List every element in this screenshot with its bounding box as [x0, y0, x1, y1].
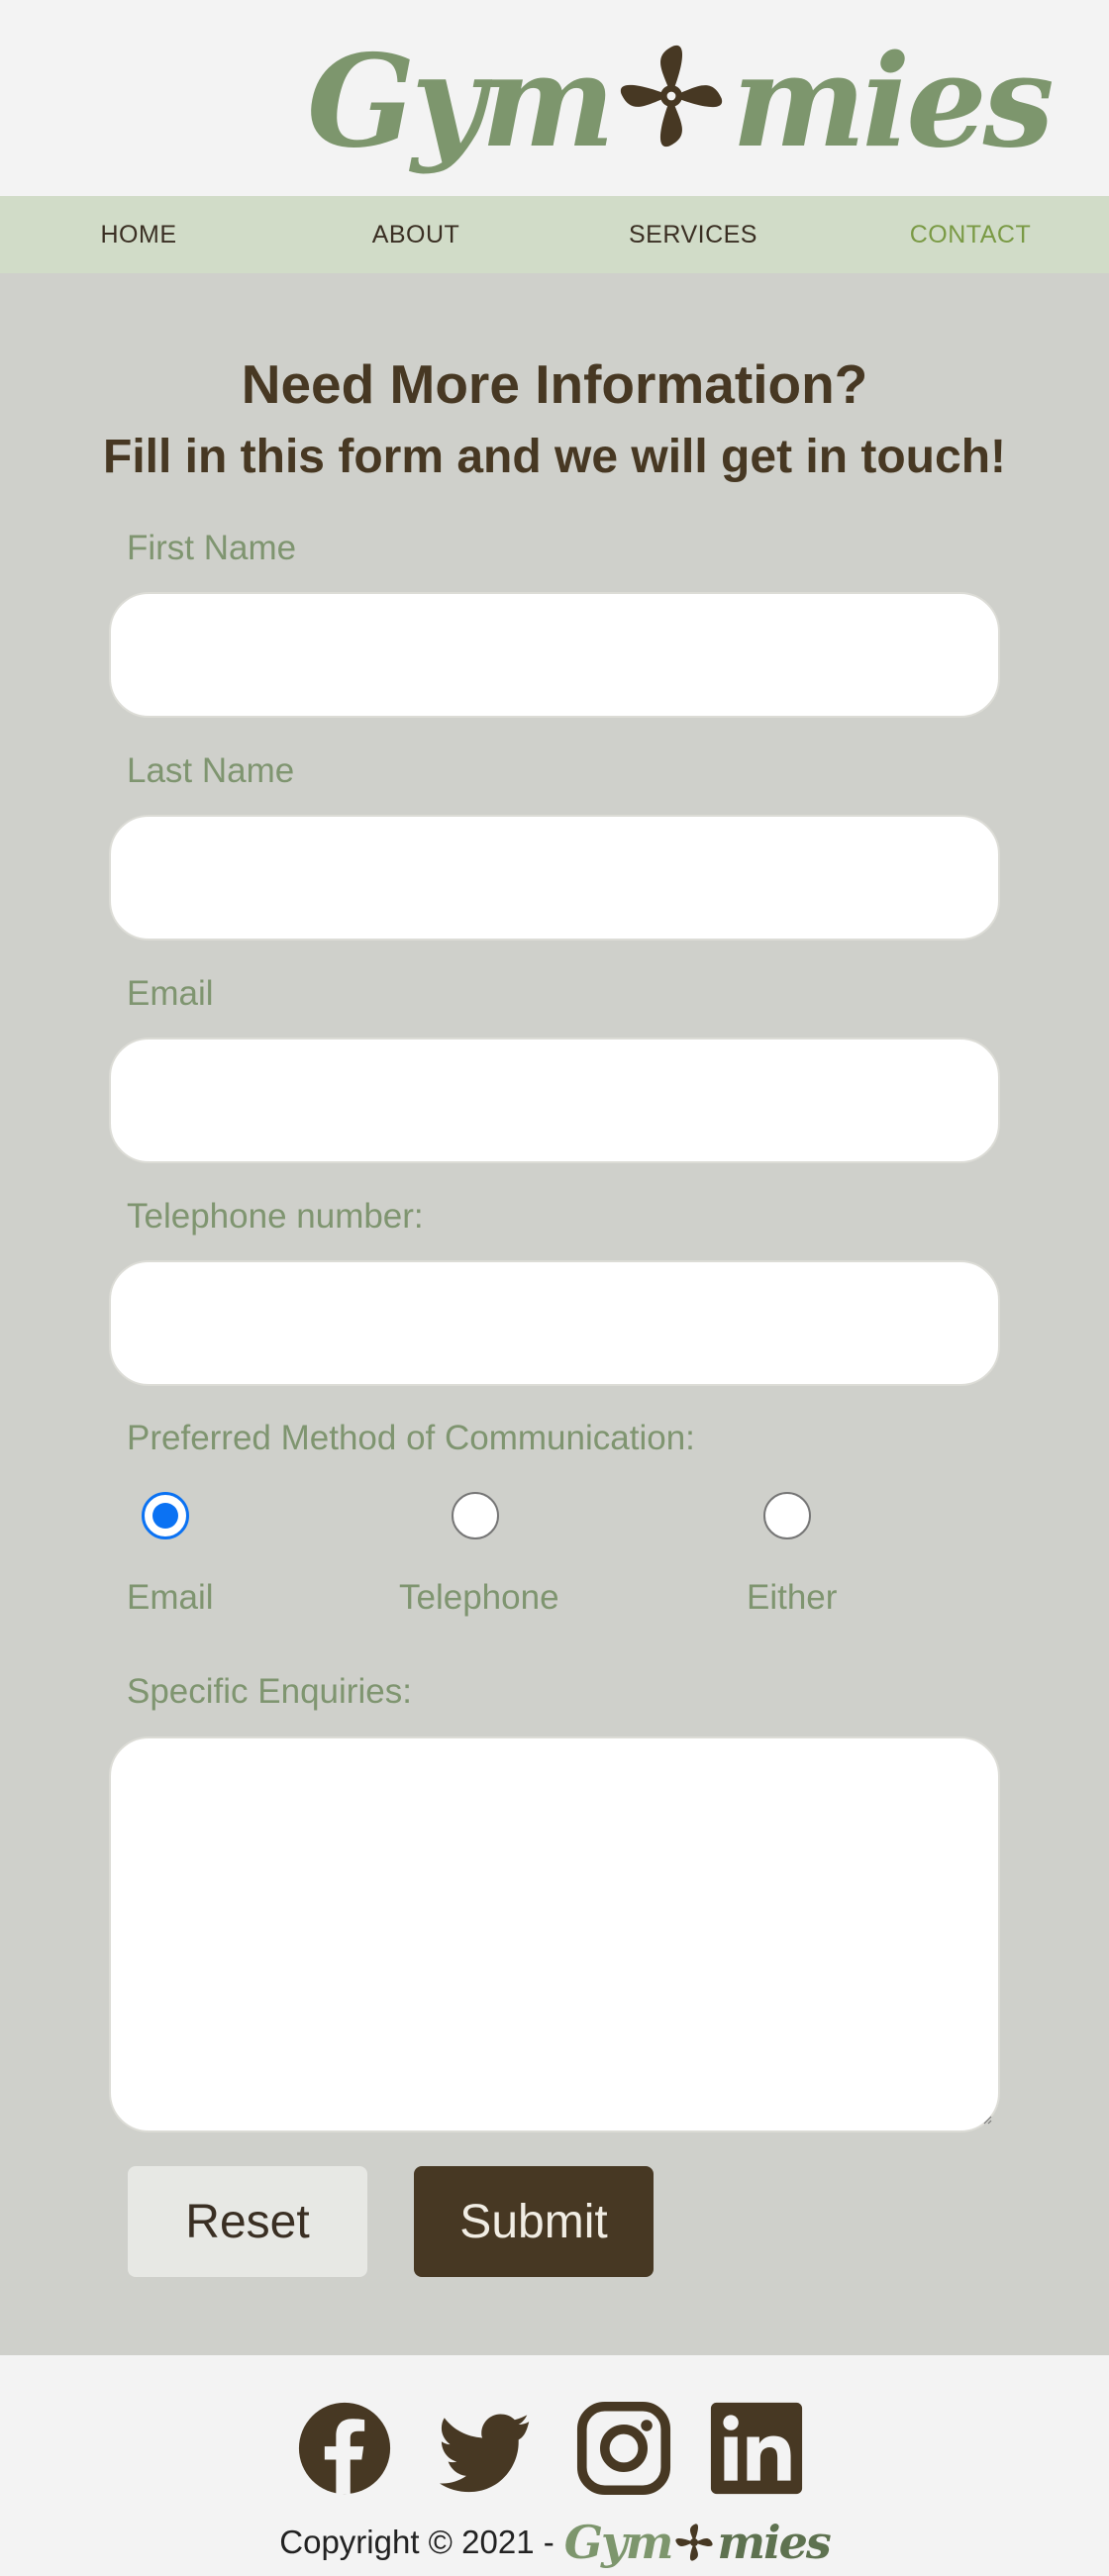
instagram-icon[interactable]: [576, 2401, 671, 2496]
main-navigation: HOME ABOUT SERVICES CONTACT: [0, 196, 1109, 273]
logo-text-right: mies: [732, 28, 1055, 176]
method-email-label: Email: [127, 1578, 214, 1617]
pinwheel-logo-icon: [675, 2524, 713, 2561]
method-telephone-label: Telephone: [399, 1578, 559, 1617]
last-name-input[interactable]: [109, 815, 1000, 941]
last-name-label: Last Name: [127, 751, 295, 790]
twitter-icon[interactable]: [440, 2401, 535, 2496]
logo-text-left: Gym: [307, 28, 615, 176]
telephone-label: Telephone number:: [127, 1197, 424, 1236]
telephone-input[interactable]: [109, 1260, 1000, 1386]
enquiries-label: Specific Enquiries:: [127, 1672, 412, 1711]
submit-button[interactable]: Submit: [414, 2166, 654, 2277]
resize-grip-icon[interactable]: [980, 2113, 992, 2125]
method-telephone-radio[interactable]: [452, 1492, 499, 1539]
form-title: Need More Information?: [241, 353, 868, 415]
footer-logo-right: mies: [717, 2516, 831, 2569]
nav-services-link[interactable]: SERVICES: [554, 196, 832, 273]
contact-form-section: Need More Information? Fill in this form…: [0, 273, 1109, 2355]
first-name-label: First Name: [127, 529, 297, 567]
communication-method-label: Preferred Method of Communication:: [127, 1419, 695, 1457]
copyright-text: Copyright © 2021 -: [279, 2524, 554, 2560]
facebook-icon[interactable]: [297, 2401, 392, 2496]
nav-home-link[interactable]: HOME: [0, 196, 277, 273]
pinwheel-logo-icon: [621, 45, 723, 148]
form-subtitle: Fill in this form and we will get in tou…: [103, 431, 1006, 483]
email-input[interactable]: [109, 1038, 1000, 1163]
site-logo[interactable]: Gym mies: [307, 28, 1055, 176]
nav-about-link[interactable]: ABOUT: [277, 196, 554, 273]
copyright-line: Copyright © 2021 - Gym mies: [0, 2516, 1109, 2569]
enquiries-textarea[interactable]: [109, 1736, 1000, 2132]
method-either-radio[interactable]: [763, 1492, 811, 1539]
first-name-input[interactable]: [109, 592, 1000, 718]
email-label: Email: [127, 974, 214, 1013]
nav-contact-link[interactable]: CONTACT: [832, 196, 1109, 273]
footer-logo-left: Gym: [563, 2516, 674, 2569]
footer-logo[interactable]: Gym mies: [563, 2516, 832, 2569]
site-header: Gym mies: [0, 0, 1109, 196]
site-footer: Copyright © 2021 - Gym mies: [0, 2355, 1109, 2576]
method-either-label: Either: [747, 1578, 838, 1617]
reset-button[interactable]: Reset: [128, 2166, 367, 2277]
method-email-radio[interactable]: [142, 1492, 189, 1539]
linkedin-icon[interactable]: [709, 2401, 804, 2496]
